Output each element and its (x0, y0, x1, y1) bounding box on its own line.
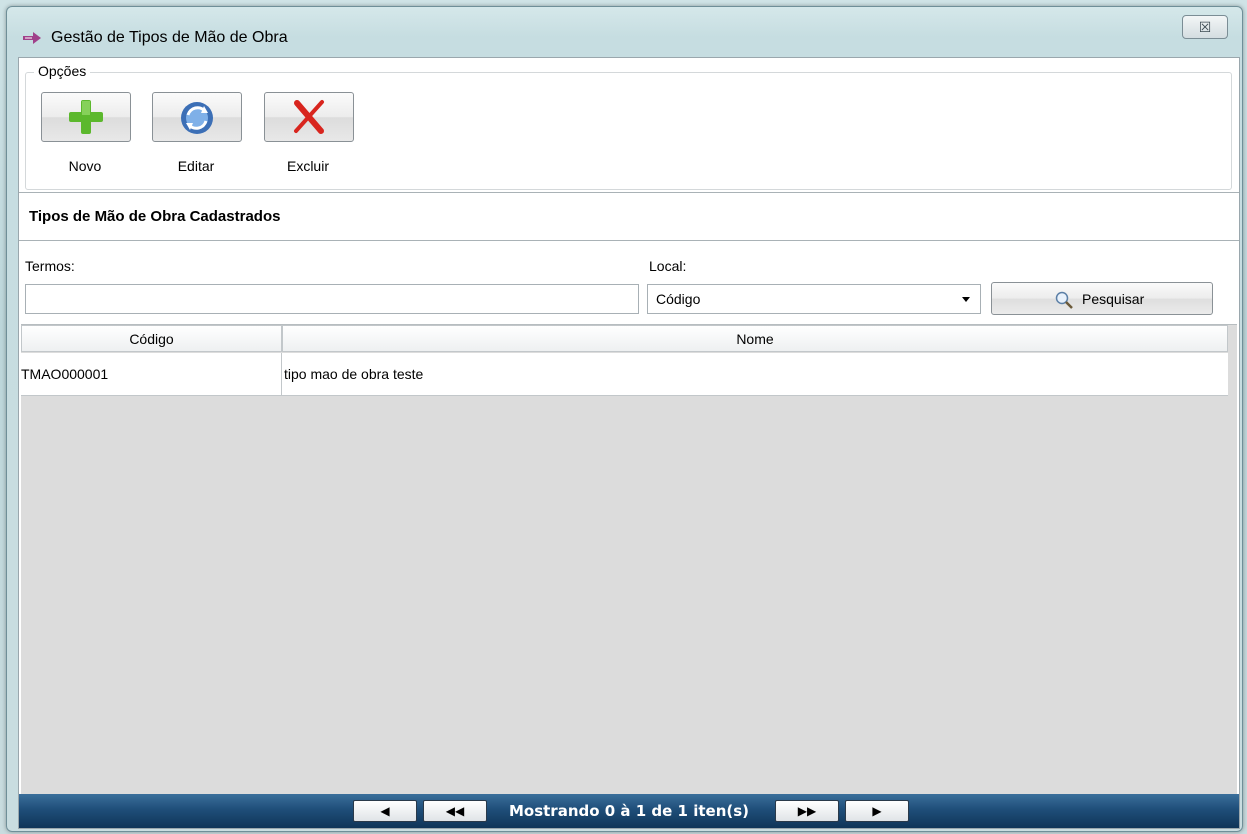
close-icon: ☒ (1198, 19, 1212, 35)
edit-button[interactable] (152, 92, 242, 142)
local-label: Local: (649, 258, 687, 274)
section-divider-top (19, 192, 1239, 193)
chevron-down-icon (962, 297, 970, 302)
column-header-nome[interactable]: Nome (282, 325, 1228, 352)
terms-input[interactable] (25, 284, 639, 314)
window-title: Gestão de Tipos de Mão de Obra (51, 29, 288, 46)
pager-bar: ◀ ◀◀ Mostrando 0 à 1 de 1 iten(s) ▶▶ ▶ (19, 794, 1239, 828)
cell-divider (281, 353, 282, 395)
cell-codigo: TMAO000001 (21, 366, 109, 382)
delete-button[interactable] (264, 92, 354, 142)
results-grid: Código Nome TMAO000001 tipo mao de obra … (21, 324, 1237, 795)
new-button-label: Novo (68, 158, 102, 174)
refresh-icon (181, 102, 213, 134)
next-page-button[interactable]: ▶ (845, 800, 909, 822)
pager-info: Mostrando 0 à 1 de 1 iten(s) (508, 802, 750, 820)
table-row[interactable]: TMAO000001 tipo mao de obra teste (21, 353, 1228, 396)
prev-icon: ◀ (380, 804, 390, 818)
client-area: Opções Novo Editar Excluir Tipos de Mão … (18, 57, 1240, 829)
last-page-icon: ▶▶ (797, 804, 817, 818)
last-page-button[interactable]: ▶▶ (775, 800, 839, 822)
next-icon: ▶ (872, 804, 882, 818)
edit-button-label: Editar (177, 158, 215, 174)
app-icon (23, 32, 41, 44)
section-divider-bottom (19, 240, 1239, 241)
plus-icon (69, 100, 103, 134)
local-select[interactable]: Código (647, 284, 981, 314)
search-icon (1055, 291, 1073, 309)
column-header-codigo[interactable]: Código (21, 325, 282, 352)
search-button[interactable]: Pesquisar (991, 282, 1213, 315)
delete-button-label: Excluir (286, 158, 329, 174)
delete-x-icon (294, 100, 324, 134)
search-button-label: Pesquisar (1082, 291, 1145, 307)
main-window: Gestão de Tipos de Mão de Obra ☒ Opções … (6, 6, 1243, 832)
cell-nome: tipo mao de obra teste (284, 366, 424, 382)
grid-header: Código Nome (21, 325, 1228, 353)
first-page-button[interactable]: ◀◀ (423, 800, 487, 822)
prev-page-button[interactable]: ◀ (353, 800, 417, 822)
terms-label: Termos: (25, 258, 75, 274)
options-legend: Opções (34, 63, 91, 79)
section-title: Tipos de Mão de Obra Cadastrados (29, 208, 281, 225)
title-bar: Gestão de Tipos de Mão de Obra ☒ (7, 7, 1242, 57)
close-button[interactable]: ☒ (1182, 15, 1228, 39)
new-button[interactable] (41, 92, 131, 142)
first-page-icon: ◀◀ (445, 804, 465, 818)
local-selected-value: Código (656, 291, 701, 307)
